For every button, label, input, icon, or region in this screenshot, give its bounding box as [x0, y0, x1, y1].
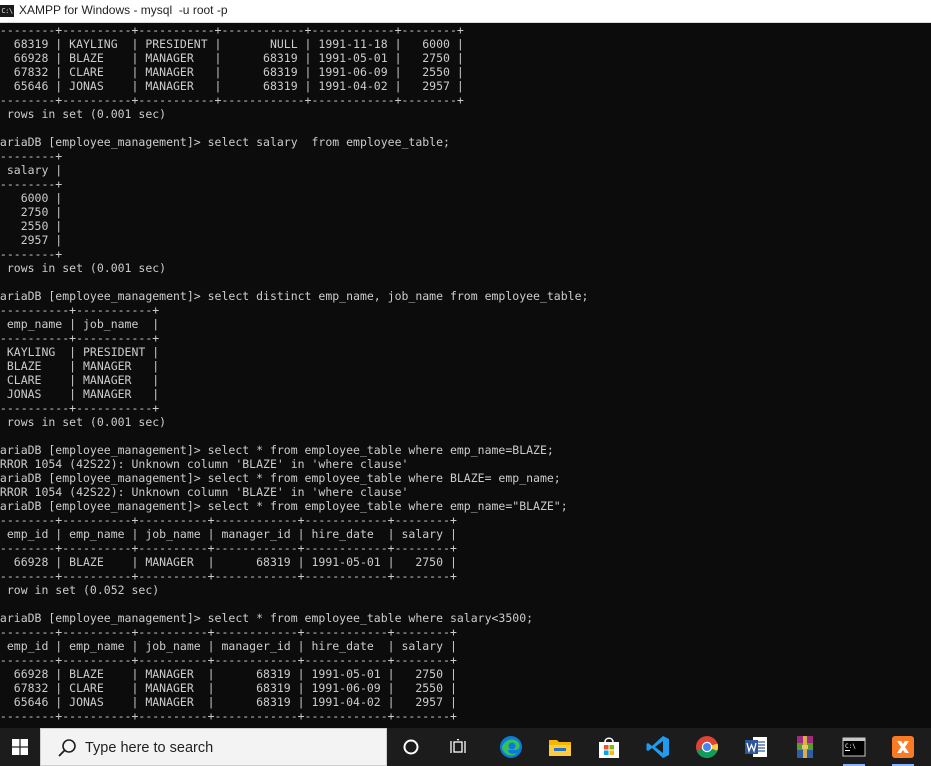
- console-line: +--------+----------+----------+--------…: [0, 709, 457, 723]
- console-line: MariaDB [employee_management]> select * …: [0, 471, 561, 485]
- chrome-button[interactable]: [690, 728, 724, 766]
- console-line: | 65646 | JONAS | MANAGER | 68319 | 1991…: [0, 695, 457, 709]
- console-line: | 66928 | BLAZE | MANAGER | 68319 | 1991…: [0, 51, 464, 65]
- console-line: | 2550 |: [20, 219, 63, 233]
- edge-button[interactable]: [494, 728, 528, 766]
- console-line: +--------+: [0, 149, 63, 163]
- console-line: | 65646 | JONAS | MANAGER | 68319 | 1991…: [0, 79, 464, 93]
- start-button[interactable]: [0, 728, 40, 766]
- console-line: | 68319 | KAYLING | PRESIDENT | NULL | 1…: [0, 37, 464, 51]
- folder-icon: [549, 740, 571, 756]
- task-view-button[interactable]: [442, 728, 476, 766]
- console-line: +--------+----------+----------+--------…: [0, 625, 457, 639]
- console-line: MariaDB [employee_management]> select * …: [0, 611, 534, 625]
- visual-studio-code-button[interactable]: [641, 728, 675, 766]
- search-icon: [58, 739, 76, 757]
- console-output-area[interactable]: +--------+----------+-----------+-------…: [0, 23, 931, 728]
- taskbar: Type here to search C:\: [0, 728, 931, 766]
- xampp-icon: [892, 736, 914, 758]
- console-line: | emp_id | emp_name | job_name | manager…: [0, 527, 457, 541]
- console-line: | KAYLING | PRESIDENT |: [0, 345, 160, 359]
- console-line: | 66928 | BLAZE | MANAGER | 68319 | 1991…: [0, 667, 457, 681]
- console-line: +--------+----------+-----------+-------…: [0, 23, 464, 37]
- window-title: XAMPP for Windows - mysql -u root -p: [19, 3, 228, 17]
- console-line: 4 rows in set (0.001 sec): [0, 415, 167, 429]
- taskbar-search-box[interactable]: Type here to search: [40, 728, 387, 766]
- console-line: | emp_name | job_name |: [0, 317, 160, 331]
- window-titlebar[interactable]: C:\ XAMPP for Windows - mysql -u root -p: [0, 0, 931, 23]
- console-line: | 66928 | BLAZE | MANAGER | 68319 | 1991…: [0, 555, 457, 569]
- word-icon: [745, 737, 767, 757]
- console-line: +----------+-----------+: [0, 331, 160, 345]
- console-line: +--------+----------+----------+--------…: [0, 513, 457, 527]
- file-explorer-button[interactable]: [543, 728, 577, 766]
- console-line: | JONAS | MANAGER |: [0, 387, 160, 401]
- console-line: +--------+----------+----------+--------…: [0, 569, 457, 583]
- console-line: MariaDB [employee_management]> select * …: [0, 499, 568, 513]
- console-line: +--------+----------+----------+--------…: [0, 541, 457, 555]
- console-line: 4 rows in set (0.001 sec): [0, 107, 167, 121]
- console-line: | CLARE | MANAGER |: [0, 373, 160, 387]
- console-line: 1 row in set (0.052 sec): [0, 583, 160, 597]
- console-window[interactable]: C:\ XAMPP for Windows - mysql -u root -p…: [0, 0, 931, 728]
- edge-icon: [500, 736, 522, 758]
- windows-logo-icon: [12, 739, 28, 755]
- command-prompt-button[interactable]: C:\: [837, 728, 871, 766]
- winrar-button[interactable]: [788, 728, 822, 766]
- console-line: | 67832 | CLARE | MANAGER | 68319 | 1991…: [0, 65, 464, 79]
- search-placeholder: Type here to search: [85, 740, 214, 756]
- console-line: MariaDB [employee_management]> select di…: [0, 289, 589, 303]
- console-line: | 2750 |: [20, 205, 63, 219]
- svg-text:C:\: C:\: [845, 743, 856, 750]
- console-line: ERROR 1054 (42S22): Unknown column 'BLAZ…: [0, 457, 409, 471]
- circle-icon: [403, 739, 419, 755]
- console-line: +----------+-----------+: [0, 401, 160, 415]
- console-line: | 6000 |: [20, 191, 63, 205]
- console-line: | 2957 |: [20, 233, 63, 247]
- console-output: +--------+----------+-----------+-------…: [0, 23, 931, 723]
- cortana-button[interactable]: [394, 728, 428, 766]
- word-button[interactable]: [739, 728, 773, 766]
- console-line: 4 rows in set (0.001 sec): [0, 261, 167, 275]
- console-line: | emp_id | emp_name | job_name | manager…: [0, 639, 457, 653]
- console-line: +--------+----------+----------+--------…: [0, 653, 457, 667]
- task-view-icon: [450, 739, 466, 753]
- console-line: +--------+----------+-----------+-------…: [0, 93, 464, 107]
- vscode-icon: [646, 736, 669, 758]
- console-icon: C:\: [0, 5, 14, 17]
- console-line: +--------+: [0, 177, 63, 191]
- console-line: MariaDB [employee_management]> select sa…: [0, 135, 450, 149]
- console-line: | BLAZE | MANAGER |: [0, 359, 160, 373]
- console-line: | 67832 | CLARE | MANAGER | 68319 | 1991…: [0, 681, 457, 695]
- chrome-icon: [696, 736, 719, 758]
- terminal-icon: C:\: [842, 737, 866, 757]
- microsoft-store-button[interactable]: [592, 728, 626, 766]
- winrar-icon: [797, 736, 813, 758]
- console-line: +--------+: [0, 247, 63, 261]
- console-line: +----------+-----------+: [0, 303, 160, 317]
- console-line: MariaDB [employee_management]> select * …: [0, 443, 554, 457]
- console-line: | salary |: [6, 163, 63, 177]
- console-line: ERROR 1054 (42S22): Unknown column 'BLAZ…: [0, 485, 409, 499]
- xampp-button[interactable]: [886, 728, 920, 766]
- store-bag-icon: [599, 737, 619, 758]
